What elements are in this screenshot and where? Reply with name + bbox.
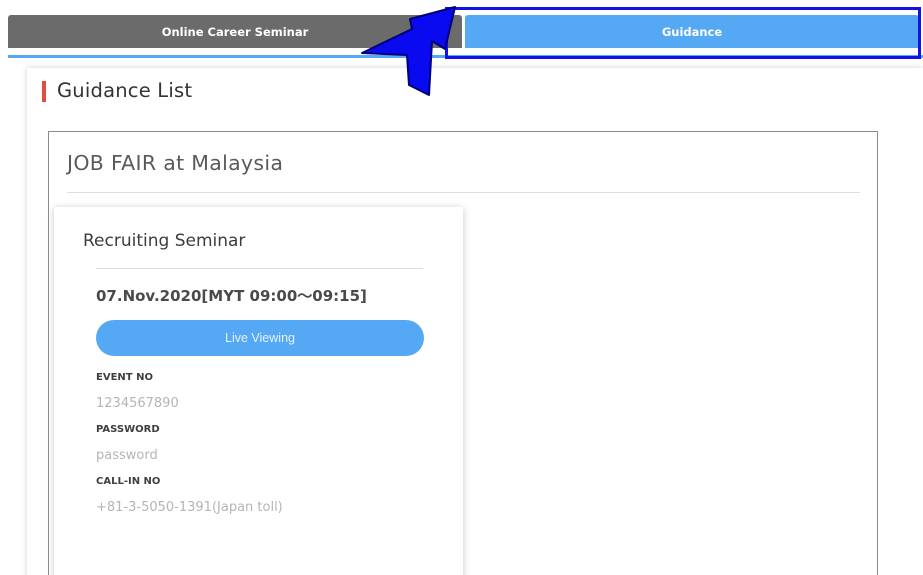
guidance-page: Online Career Seminar Guidance Guidance …: [0, 0, 923, 575]
password-label: PASSWORD: [96, 424, 160, 435]
call-in-no-value: +81-3-5050-1391(Japan toll): [96, 500, 283, 515]
seminar-date: 07.Nov.2020[MYT 09:00～09:15]: [96, 287, 367, 305]
page-title: Guidance List: [57, 79, 193, 102]
event-no-label: EVENT NO: [96, 372, 153, 383]
password-value: password: [96, 448, 158, 463]
seminar-title: Recruiting Seminar: [83, 231, 246, 251]
guidance-tab-highlight: [445, 7, 921, 59]
job-fair-title: JOB FAIR at Malaysia: [67, 151, 284, 175]
pointer-arrow-icon: [361, 6, 456, 96]
tab-label: Online Career Seminar: [161, 24, 309, 39]
job-fair-divider: [67, 192, 860, 193]
title-accent-bar: [42, 81, 46, 102]
seminar-card: [54, 207, 463, 575]
seminar-divider: [96, 268, 423, 269]
call-in-no-label: CALL-IN NO: [96, 476, 161, 487]
event-no-value: 1234567890: [96, 396, 179, 411]
live-viewing-button[interactable]: Live Viewing: [96, 320, 424, 356]
